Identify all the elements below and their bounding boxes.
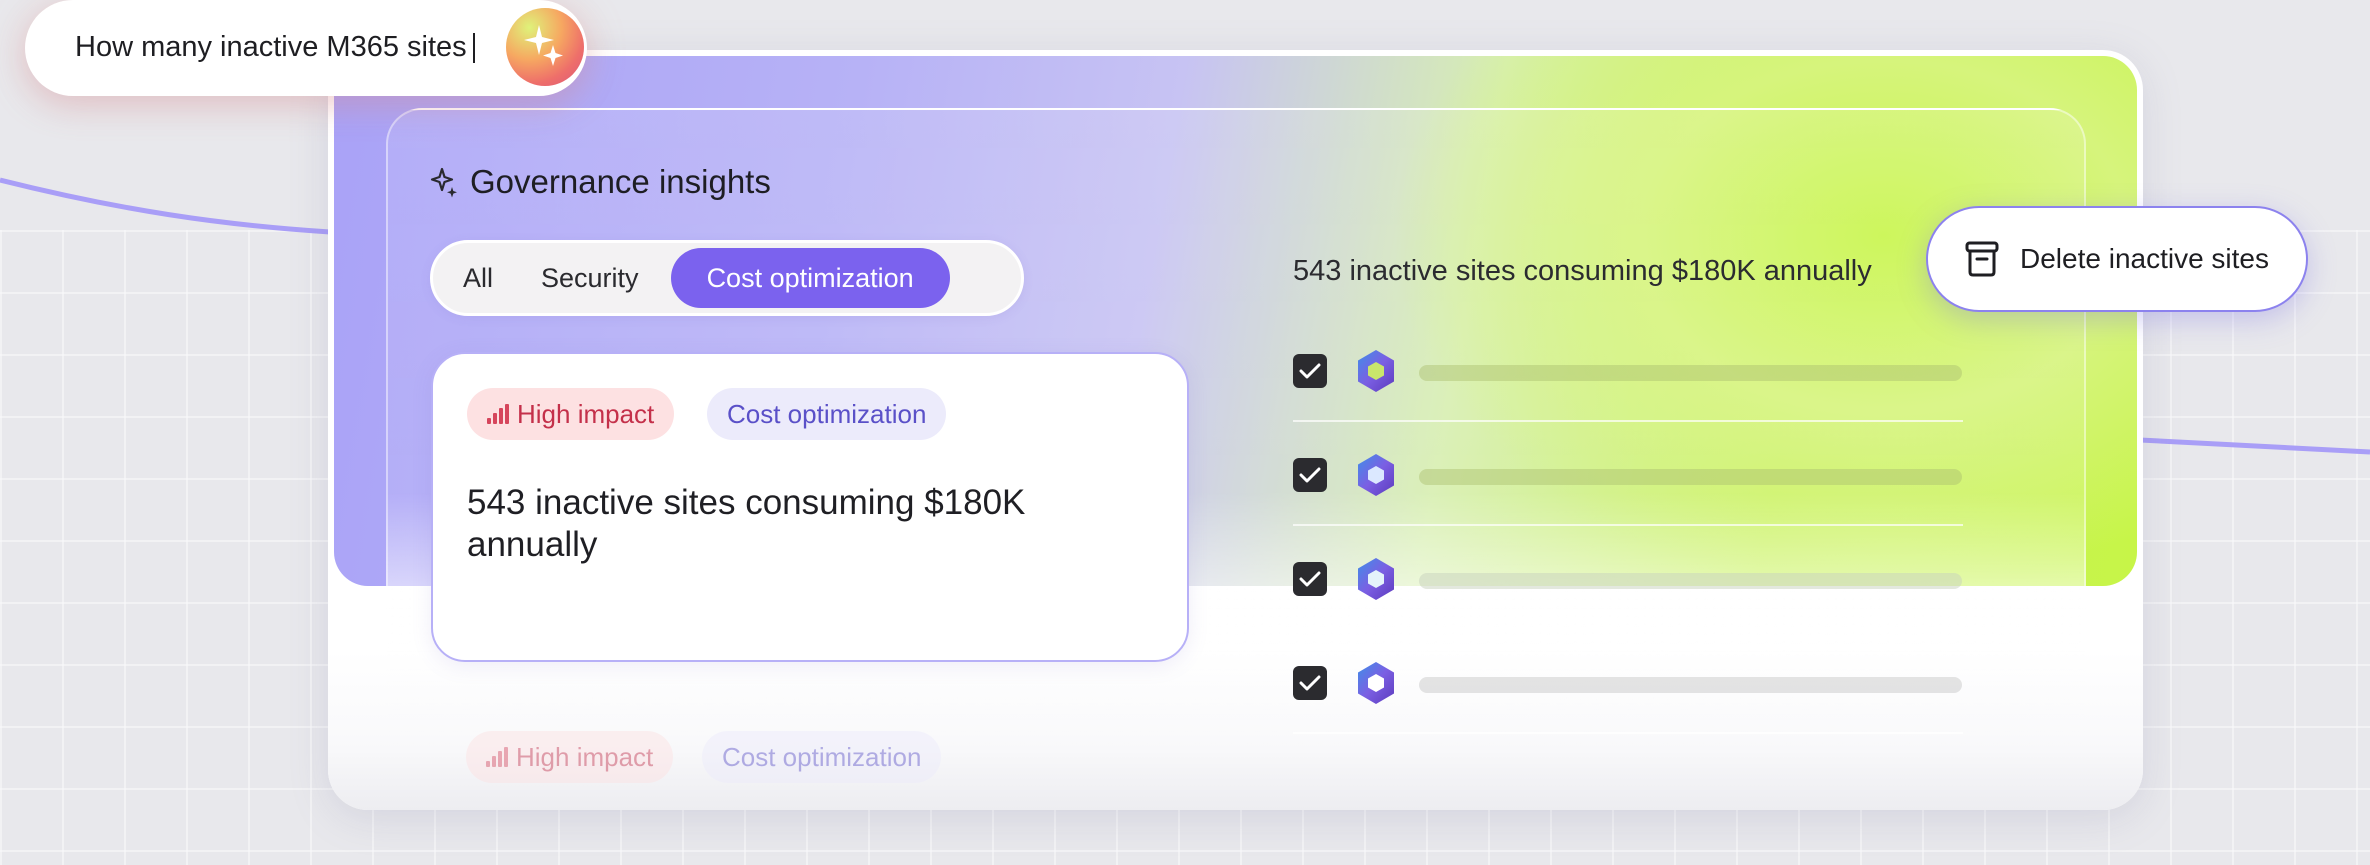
- delete-inactive-sites-button[interactable]: Delete inactive sites: [1926, 206, 2308, 312]
- high-impact-label: High impact: [517, 399, 655, 429]
- sharepoint-hexagon-icon: [1358, 350, 1394, 392]
- panel-heading: Governance insights: [430, 163, 771, 201]
- copilot-prompt-input[interactable]: How many inactive M365 sites: [25, 0, 587, 96]
- sharepoint-hexagon-icon: [1358, 558, 1394, 600]
- check-icon: [1299, 467, 1321, 483]
- sharepoint-hexagon-icon: [1358, 454, 1394, 496]
- site-name-placeholder: [1419, 573, 1962, 589]
- signal-bars-icon: [487, 404, 509, 424]
- text-caret: [472, 33, 475, 64]
- check-icon: [1299, 675, 1321, 691]
- category-label: Cost optimization: [722, 742, 922, 772]
- prompt-text: How many inactive M365 sites: [75, 31, 475, 64]
- list-item: [1293, 526, 1963, 630]
- filter-tabs: All Security Cost optimization: [430, 240, 1024, 316]
- site-name-placeholder: [1419, 365, 1962, 381]
- site-name-placeholder: [1419, 677, 1962, 693]
- prompt-query: How many inactive M365 sites: [75, 31, 467, 63]
- tab-cost-optimization[interactable]: Cost optimization: [670, 248, 950, 308]
- page-title: Governance insights: [470, 163, 771, 200]
- site-checkbox[interactable]: [1293, 458, 1327, 492]
- category-label: Cost optimization: [727, 399, 927, 429]
- delete-button-label: Delete inactive sites: [2020, 243, 2270, 274]
- check-icon: [1299, 363, 1321, 379]
- category-badge: Cost optimization: [707, 388, 947, 440]
- list-item: [1293, 422, 1963, 526]
- list-item: [1293, 318, 1963, 422]
- site-checkbox[interactable]: [1293, 666, 1327, 700]
- check-icon: [1299, 571, 1321, 587]
- insight-description: 543 inactive sites consuming $180K annua…: [467, 483, 1026, 564]
- sites-summary: 543 inactive sites consuming $180K annua…: [1293, 255, 1872, 287]
- list-item: [1293, 630, 1963, 734]
- tab-all[interactable]: All: [439, 248, 517, 308]
- category-badge-next: Cost optimization: [702, 731, 942, 783]
- signal-bars-icon: [486, 747, 508, 767]
- high-impact-badge: High impact: [467, 388, 675, 440]
- site-name-placeholder: [1419, 469, 1962, 485]
- copilot-sparkle-icon[interactable]: [506, 8, 584, 86]
- high-impact-label: High impact: [516, 742, 654, 772]
- site-checkbox[interactable]: [1293, 562, 1327, 596]
- sharepoint-hexagon-icon: [1358, 662, 1394, 704]
- sparkle-icon: [430, 167, 457, 198]
- site-checkbox[interactable]: [1293, 354, 1327, 388]
- archive-trash-icon: [1965, 241, 1999, 277]
- tab-security[interactable]: Security: [517, 248, 663, 308]
- high-impact-badge-next: High impact: [466, 731, 674, 783]
- insight-card[interactable]: High impact Cost optimization 543 inacti…: [431, 352, 1189, 662]
